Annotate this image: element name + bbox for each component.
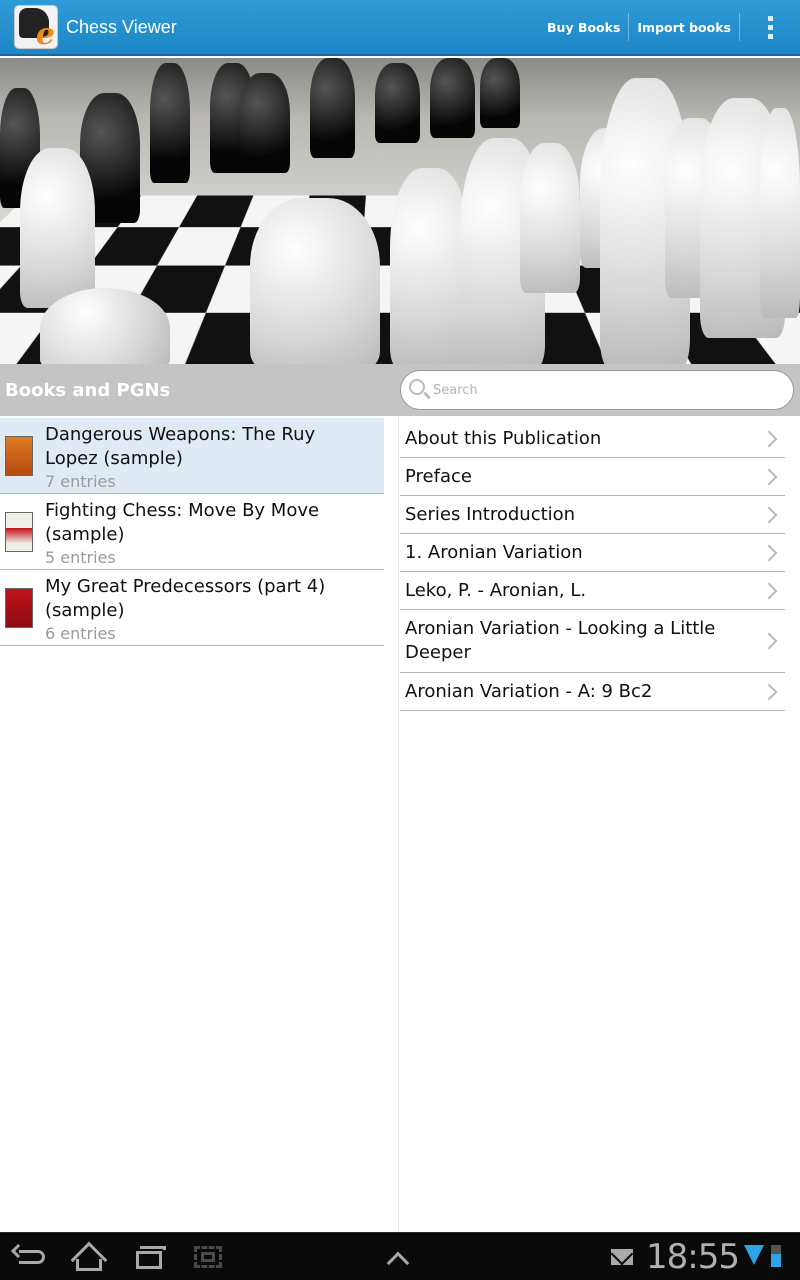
clock: 18:55 [646, 1237, 740, 1277]
recent-apps-icon[interactable] [132, 1233, 168, 1280]
entry-row[interactable]: Leko, P. - Aronian, L. [400, 572, 785, 610]
book-title: Dangerous Weapons: The Ruy Lopez (sample… [45, 424, 316, 469]
book-entry-count: 6 entries [45, 624, 116, 643]
book-cover-icon [5, 512, 33, 552]
book-row[interactable]: My Great Predecessors (part 4) (sample) … [0, 570, 384, 646]
home-icon[interactable] [70, 1233, 108, 1280]
book-entry-count: 7 entries [45, 472, 116, 491]
book-row[interactable]: Dangerous Weapons: The Ruy Lopez (sample… [0, 418, 384, 494]
entry-row[interactable]: Series Introduction [400, 496, 785, 534]
search-icon [407, 377, 433, 403]
entry-label: Series Introduction [405, 503, 576, 525]
books-list: Dangerous Weapons: The Ruy Lopez (sample… [0, 418, 384, 646]
entry-label: Aronian Variation - Looking a Little Dee… [405, 618, 716, 663]
import-books-button[interactable]: Import books [629, 0, 739, 55]
screenshot-icon[interactable] [192, 1233, 226, 1280]
section-header: Books and PGNs [0, 364, 800, 416]
entry-label: Preface [405, 465, 472, 487]
book-title: My Great Predecessors (part 4) (sample) [45, 576, 326, 621]
entry-label: Leko, P. - Aronian, L. [405, 579, 587, 601]
entry-row[interactable]: Preface [400, 458, 785, 496]
entry-row[interactable]: About this Publication [400, 420, 785, 458]
battery-icon [766, 1233, 786, 1280]
app-logo-icon[interactable]: e [14, 5, 58, 49]
chevron-right-icon [760, 683, 778, 700]
book-row[interactable]: Fighting Chess: Move By Move (sample) 5 … [0, 494, 384, 570]
chevron-up-icon[interactable] [383, 1233, 417, 1280]
action-bar: e Chess Viewer Buy Books Import books [0, 0, 800, 56]
entry-label: 1. Aronian Variation [405, 541, 583, 563]
chevron-right-icon [760, 544, 778, 561]
chevron-right-icon [760, 430, 778, 447]
entry-row[interactable]: Aronian Variation - Looking a Little Dee… [400, 610, 785, 673]
book-entry-count: 5 entries [45, 548, 116, 567]
back-icon[interactable] [10, 1233, 52, 1280]
book-cover-icon [5, 588, 33, 628]
chevron-right-icon [760, 632, 778, 650]
entries-list: About this Publication Preface Series In… [400, 420, 785, 711]
entry-row[interactable]: Aronian Variation - A: 9 Bc2 [400, 673, 785, 711]
chevron-right-icon [760, 468, 778, 485]
search-input[interactable] [433, 382, 773, 398]
mail-notification-icon[interactable] [608, 1233, 636, 1280]
chess-banner-image [0, 58, 800, 364]
entry-label: Aronian Variation - A: 9 Bc2 [405, 680, 653, 702]
entry-row[interactable]: 1. Aronian Variation [400, 534, 785, 572]
book-title: Fighting Chess: Move By Move (sample) [45, 500, 320, 545]
overflow-menu-icon[interactable] [740, 0, 800, 55]
book-cover-icon [5, 436, 33, 476]
system-bar: 18:55 [0, 1232, 800, 1280]
app-title: Chess Viewer [66, 16, 177, 37]
wifi-icon [742, 1233, 766, 1280]
chevron-right-icon [760, 506, 778, 523]
search-box[interactable] [400, 370, 794, 410]
entry-label: About this Publication [405, 427, 602, 449]
pane-divider [398, 418, 399, 1232]
chevron-right-icon [760, 582, 778, 599]
buy-books-button[interactable]: Buy Books [539, 0, 628, 55]
section-title: Books and PGNs [5, 379, 171, 401]
